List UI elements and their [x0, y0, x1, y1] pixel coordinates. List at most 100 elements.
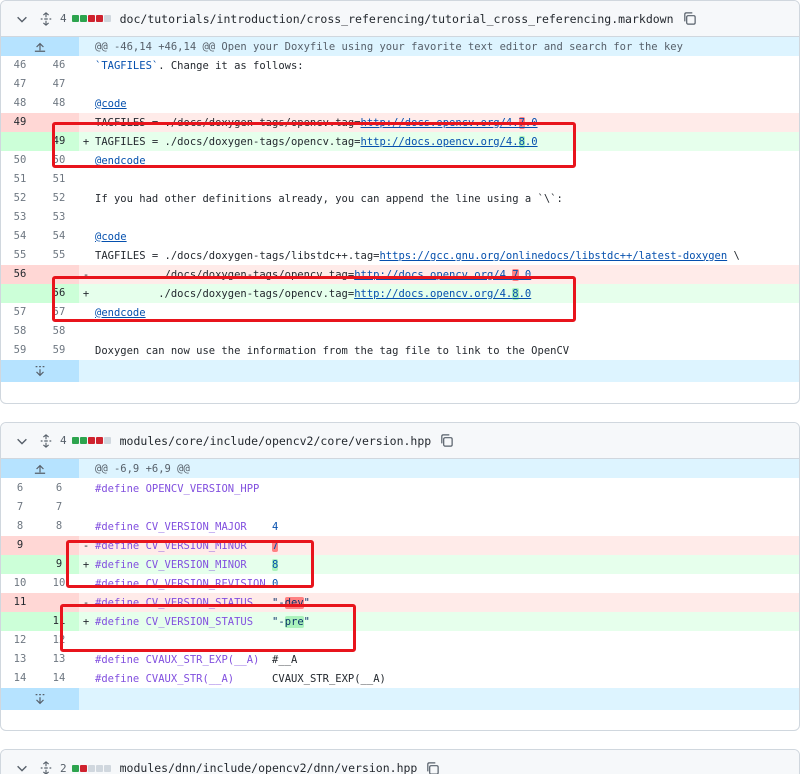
- old-line-number[interactable]: 10: [1, 574, 39, 593]
- new-line-number[interactable]: 6: [39, 479, 79, 498]
- unfold-icon[interactable]: [39, 761, 53, 774]
- new-line-number[interactable]: 7: [39, 498, 79, 517]
- old-line-number[interactable]: 51: [1, 170, 39, 189]
- expand-up-icon[interactable]: [1, 459, 79, 478]
- diffstat-block: [103, 15, 111, 22]
- new-line-number[interactable]: [39, 265, 79, 284]
- diff-sign: [79, 155, 93, 167]
- new-line-number[interactable]: 49: [39, 132, 79, 151]
- chevron-down-icon[interactable]: [15, 12, 29, 26]
- old-line-number[interactable]: 56: [1, 265, 39, 284]
- new-line-number[interactable]: 52: [39, 189, 79, 208]
- copy-icon[interactable]: [425, 761, 440, 774]
- new-line-number[interactable]: 56: [39, 284, 79, 303]
- new-line-number[interactable]: 12: [39, 631, 79, 650]
- old-line-number[interactable]: 49: [1, 113, 39, 132]
- new-line-number[interactable]: 9: [39, 555, 79, 574]
- old-line-number[interactable]: [1, 132, 39, 151]
- macro-name: CVAUX_STR_EXP(__A): [145, 653, 260, 666]
- old-line-number[interactable]: 47: [1, 75, 39, 94]
- old-line-number[interactable]: [1, 555, 39, 574]
- doxygen-tag: @code: [95, 230, 127, 243]
- expand-down-icon[interactable]: [1, 360, 79, 382]
- diffstat-block: [71, 764, 79, 772]
- new-line-number[interactable]: 14: [39, 669, 79, 688]
- code-content: #define CV_VERSION_STATUS "-dev": [93, 596, 799, 609]
- new-line-number[interactable]: 8: [39, 517, 79, 536]
- chevron-down-icon[interactable]: [15, 761, 29, 774]
- new-line-number[interactable]: 11: [39, 612, 79, 631]
- link-url[interactable]: https://gcc.gnu.org/onlinedocs/libstdc++…: [379, 250, 727, 262]
- unfold-icon[interactable]: [39, 11, 53, 26]
- diff-line: 49 - TAGFILES = ./docs/doxygen-tags/opencv…: [1, 113, 799, 132]
- file-path[interactable]: modules/dnn/include/opencv2/dnn/version.…: [120, 761, 418, 774]
- new-line-number[interactable]: 13: [39, 650, 79, 669]
- code-content: #define CVAUX_STR_EXP(__A) #__A: [93, 654, 799, 666]
- new-line-number[interactable]: 46: [39, 56, 79, 75]
- link-url-end[interactable]: .0: [519, 288, 532, 300]
- old-line-number[interactable]: 8: [1, 517, 39, 536]
- new-line-number[interactable]: [39, 536, 79, 555]
- diff-sign: [79, 345, 93, 357]
- old-line-number[interactable]: 48: [1, 94, 39, 113]
- old-line-number[interactable]: 12: [1, 631, 39, 650]
- old-line-number[interactable]: 6: [1, 479, 39, 498]
- file-path[interactable]: modules/core/include/opencv2/core/versio…: [120, 434, 432, 448]
- old-line-number[interactable]: 46: [1, 56, 39, 75]
- expand-down-icon[interactable]: [1, 688, 79, 710]
- diff-sign: [79, 578, 93, 590]
- link-url[interactable]: http://docs.opencv.org/4.: [354, 288, 512, 300]
- old-line-number[interactable]: 7: [1, 498, 39, 517]
- old-line-number[interactable]: [1, 612, 39, 631]
- diff-line: 58 58: [1, 322, 799, 341]
- old-line-number[interactable]: [1, 284, 39, 303]
- old-line-number[interactable]: 57: [1, 303, 39, 322]
- old-line-number[interactable]: 9: [1, 536, 39, 555]
- old-line-number[interactable]: 13: [1, 650, 39, 669]
- unfold-icon[interactable]: [39, 433, 53, 448]
- diff-line: 11 + #define CV_VERSION_STATUS "-pre": [1, 612, 799, 631]
- new-line-number[interactable]: 50: [39, 151, 79, 170]
- link-url-end[interactable]: .0: [519, 269, 532, 281]
- new-line-number[interactable]: 48: [39, 94, 79, 113]
- new-line-number[interactable]: [39, 593, 79, 612]
- link-url-end[interactable]: .0: [525, 117, 538, 129]
- chevron-down-icon[interactable]: [15, 434, 29, 448]
- diff-sign: [79, 79, 93, 91]
- old-line-number[interactable]: 59: [1, 341, 39, 360]
- diff-line: 47 47: [1, 75, 799, 94]
- old-line-number[interactable]: 11: [1, 593, 39, 612]
- link-url-end[interactable]: .0: [525, 136, 538, 148]
- new-line-number[interactable]: 59: [39, 341, 79, 360]
- old-line-number[interactable]: 14: [1, 669, 39, 688]
- link-url[interactable]: http://docs.opencv.org/4.: [361, 117, 519, 129]
- diffstat-block: [87, 764, 95, 772]
- link-url[interactable]: http://docs.opencv.org/4.: [354, 269, 512, 281]
- macro-value-end: ": [303, 596, 310, 609]
- new-line-number[interactable]: [39, 113, 79, 132]
- new-line-number[interactable]: 55: [39, 246, 79, 265]
- new-line-number[interactable]: 58: [39, 322, 79, 341]
- new-line-number[interactable]: 53: [39, 208, 79, 227]
- diff-file-markdown: 4 doc/tutorials/introduction/cross_refer…: [0, 0, 800, 404]
- new-line-number[interactable]: 54: [39, 227, 79, 246]
- old-line-number[interactable]: 58: [1, 322, 39, 341]
- link-url[interactable]: http://docs.opencv.org/4.: [361, 136, 519, 148]
- diffstat-block: [87, 15, 95, 22]
- macro-name: CV_VERSION_STATUS: [145, 596, 254, 609]
- copy-icon[interactable]: [439, 433, 454, 448]
- new-line-number[interactable]: 10: [39, 574, 79, 593]
- file-path[interactable]: doc/tutorials/introduction/cross_referen…: [120, 12, 674, 26]
- old-line-number[interactable]: 50: [1, 151, 39, 170]
- new-line-number[interactable]: 57: [39, 303, 79, 322]
- code-content: @code: [93, 98, 799, 110]
- copy-icon[interactable]: [682, 11, 697, 26]
- old-line-number[interactable]: 52: [1, 189, 39, 208]
- new-line-number[interactable]: 51: [39, 170, 79, 189]
- old-line-number[interactable]: 55: [1, 246, 39, 265]
- new-line-number[interactable]: 47: [39, 75, 79, 94]
- old-line-number[interactable]: 53: [1, 208, 39, 227]
- expand-up-icon[interactable]: [1, 37, 79, 56]
- old-line-number[interactable]: 54: [1, 227, 39, 246]
- diff-sign: [79, 98, 93, 110]
